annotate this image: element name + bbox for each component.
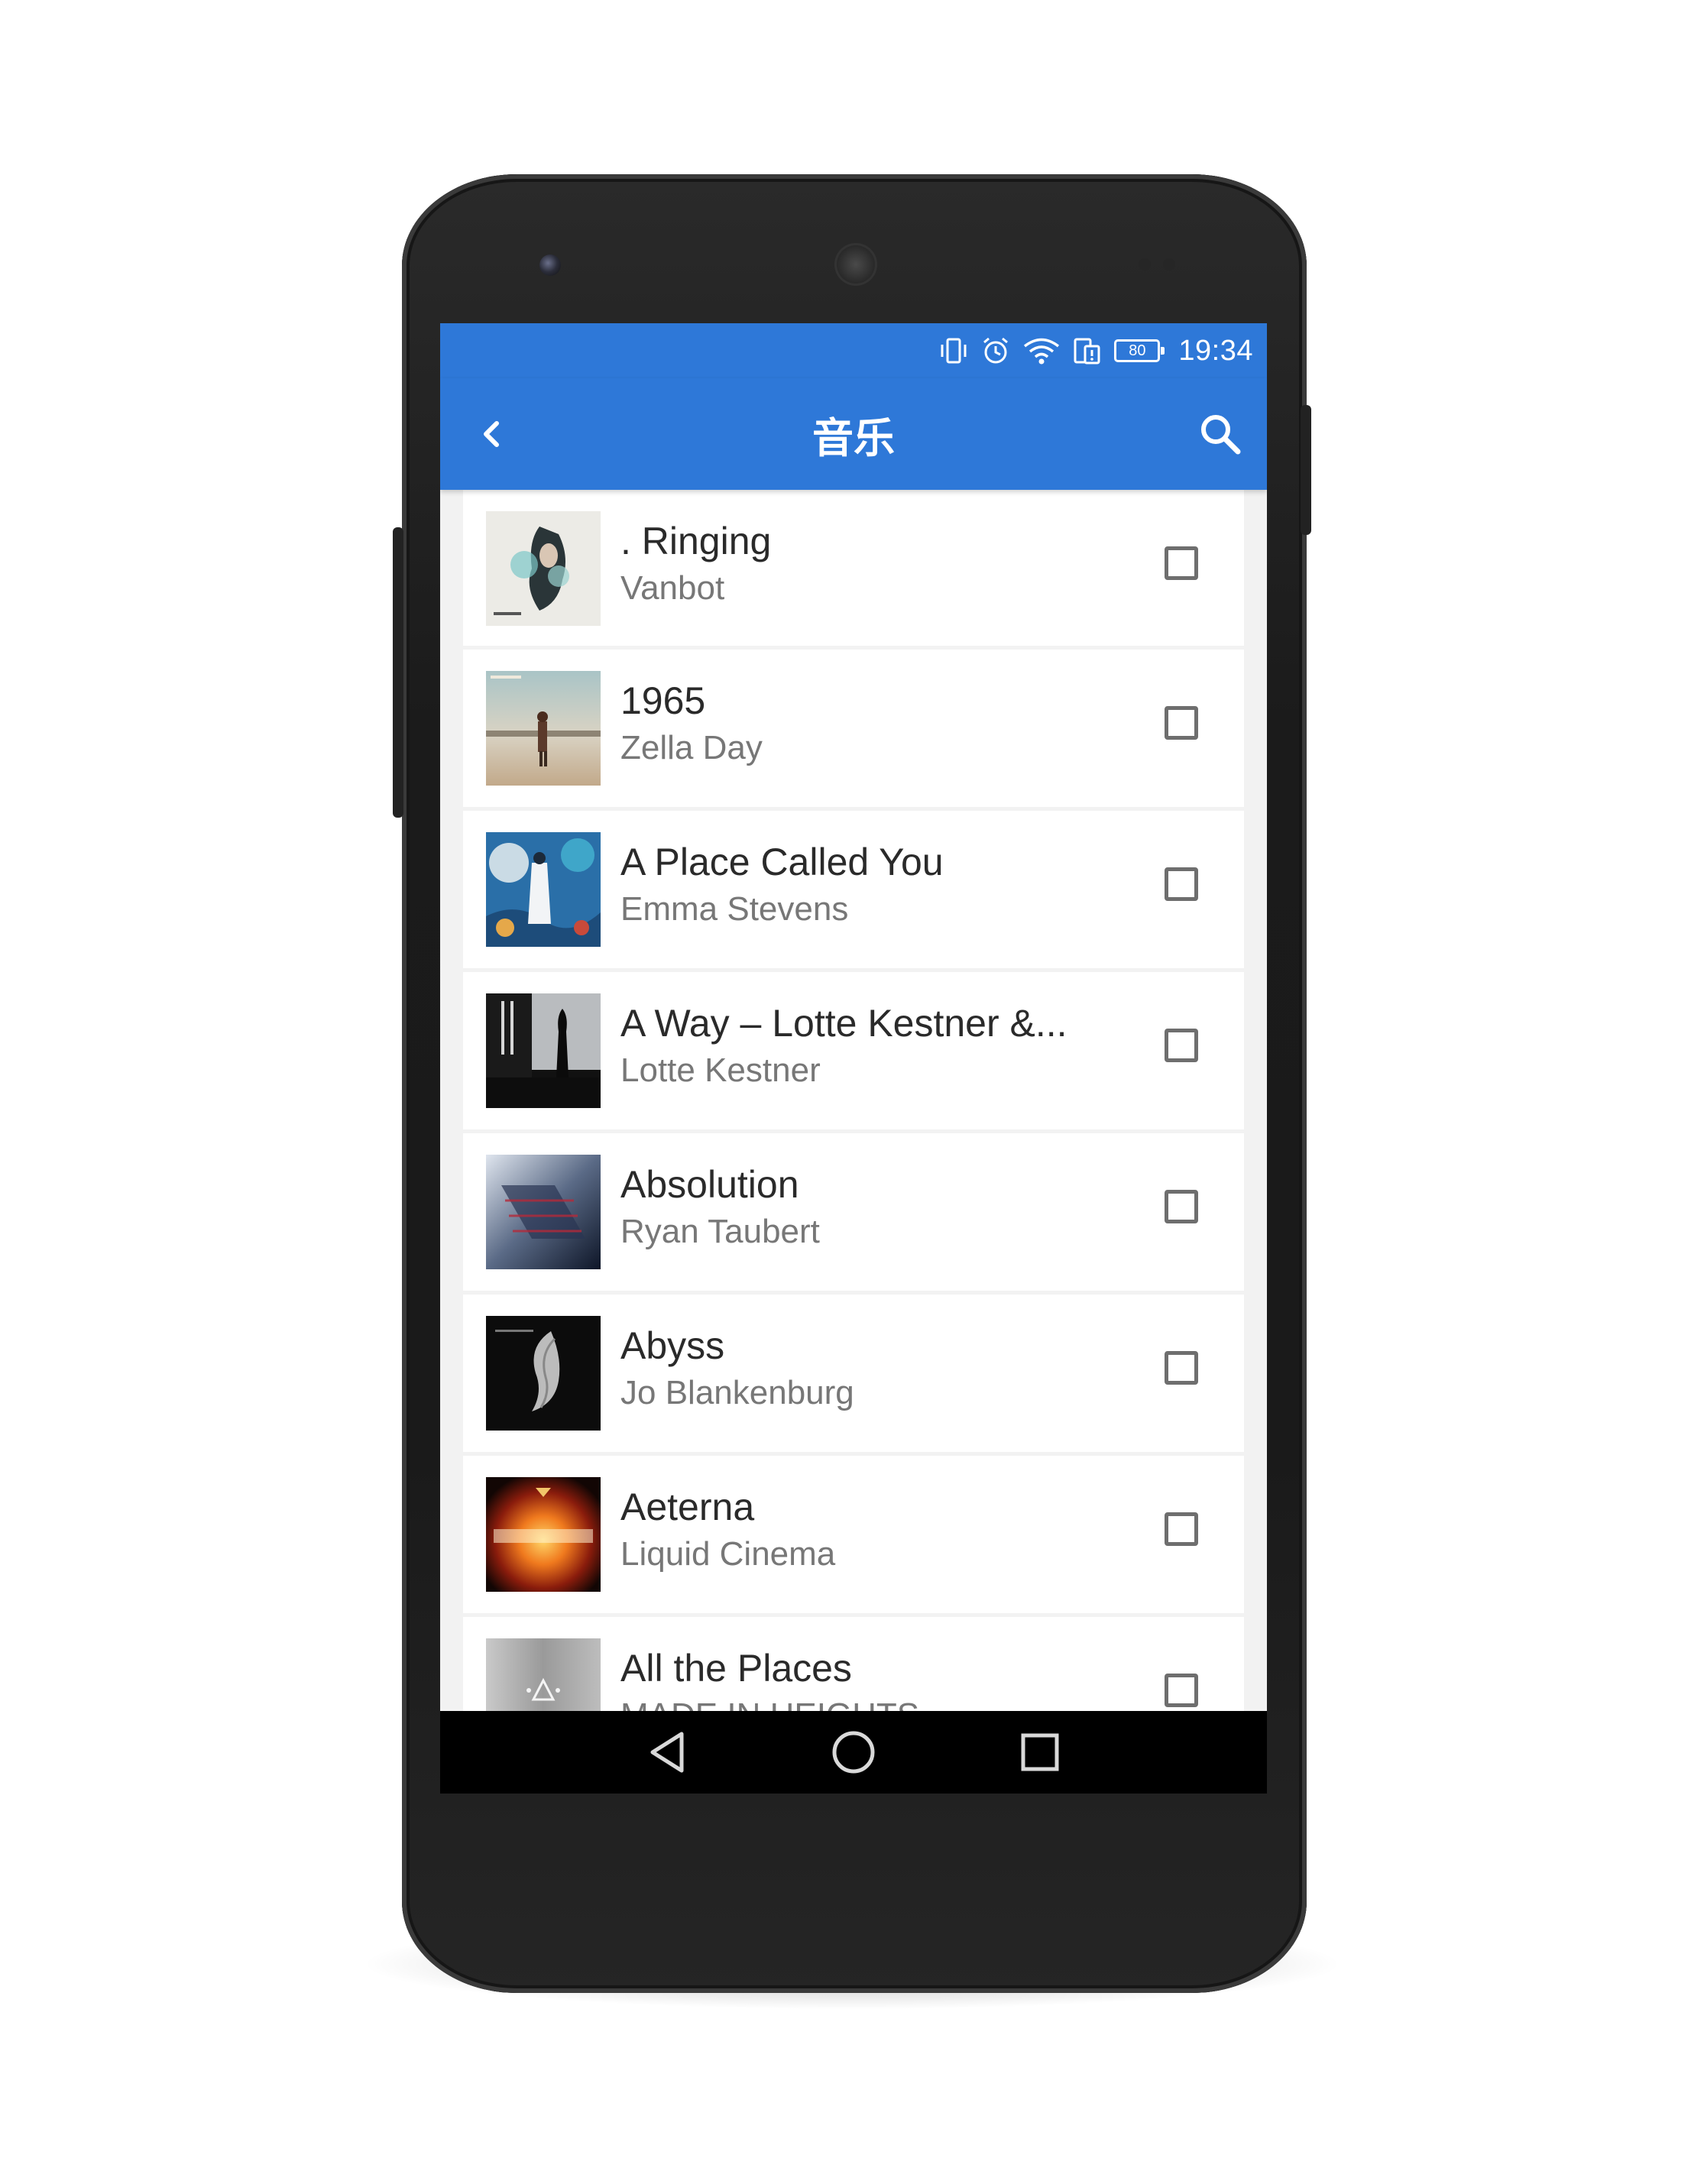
select-checkbox[interactable] bbox=[1165, 546, 1198, 580]
track-title: Abyss bbox=[620, 1324, 725, 1367]
battery-level: 80 bbox=[1129, 342, 1146, 359]
album-cover bbox=[486, 511, 601, 626]
track-title: Aeterna bbox=[620, 1486, 755, 1528]
album-cover bbox=[486, 993, 601, 1108]
nav-back-button[interactable] bbox=[643, 1728, 692, 1777]
recents-square-icon bbox=[1021, 1733, 1059, 1771]
track-artist: Lotte Kestner bbox=[620, 1051, 821, 1089]
list-item[interactable]: A Place Called You Emma Stevens bbox=[463, 811, 1244, 968]
album-cover bbox=[486, 1477, 601, 1592]
search-button[interactable] bbox=[1195, 409, 1246, 459]
back-triangle-icon bbox=[650, 1732, 684, 1773]
track-title: Absolution bbox=[620, 1163, 799, 1206]
track-artist: Vanbot bbox=[620, 569, 725, 607]
system-nav-bar bbox=[440, 1711, 1267, 1794]
list-item[interactable]: 1965 Zella Day bbox=[463, 650, 1244, 807]
home-circle-icon bbox=[832, 1731, 875, 1774]
select-checkbox[interactable] bbox=[1165, 1190, 1198, 1223]
light-sensor bbox=[1163, 258, 1175, 271]
phone-screen: 80 19:34 音乐 . Ringing Vanbot 1965 Zella … bbox=[440, 323, 1267, 1794]
select-checkbox[interactable] bbox=[1165, 1674, 1198, 1707]
search-icon bbox=[1201, 415, 1241, 455]
front-camera bbox=[539, 254, 561, 276]
track-title: A Way – Lotte Kestner &... bbox=[620, 1002, 1067, 1045]
track-artist: Emma Stevens bbox=[620, 890, 849, 928]
list-item[interactable]: All the Places MADE IN HEIGHTS bbox=[463, 1617, 1244, 1711]
list-item[interactable]: Aeterna Liquid Cinema bbox=[463, 1456, 1244, 1613]
album-cover bbox=[486, 671, 601, 786]
earpiece-speaker bbox=[834, 243, 877, 286]
album-cover bbox=[486, 1638, 601, 1711]
album-cover bbox=[486, 1316, 601, 1431]
track-title: . Ringing bbox=[620, 520, 772, 562]
select-checkbox[interactable] bbox=[1165, 867, 1198, 901]
nav-recents-button[interactable] bbox=[1016, 1728, 1064, 1777]
page-title: 音乐 bbox=[812, 415, 895, 462]
track-artist: Zella Day bbox=[620, 729, 763, 766]
alarm-icon bbox=[981, 336, 1010, 365]
nav-home-button[interactable] bbox=[829, 1728, 878, 1777]
track-title: A Place Called You bbox=[620, 841, 944, 883]
track-artist: Ryan Taubert bbox=[620, 1213, 820, 1250]
album-cover bbox=[486, 832, 601, 947]
list-item[interactable]: . Ringing Vanbot bbox=[463, 490, 1244, 646]
proximity-sensor bbox=[1139, 258, 1151, 271]
select-checkbox[interactable] bbox=[1165, 706, 1198, 740]
power-button bbox=[1301, 405, 1311, 535]
select-checkbox[interactable] bbox=[1165, 1351, 1198, 1385]
track-artist: Jo Blankenburg bbox=[620, 1374, 854, 1411]
status-bar: 80 19:34 bbox=[440, 323, 1267, 378]
battery-icon: 80 bbox=[1114, 339, 1165, 362]
select-checkbox[interactable] bbox=[1165, 1029, 1198, 1062]
sim-icon bbox=[1073, 337, 1102, 365]
list-item[interactable]: Absolution Ryan Taubert bbox=[463, 1133, 1244, 1291]
album-cover bbox=[486, 1155, 601, 1269]
wifi-icon bbox=[1022, 336, 1061, 365]
track-title: All the Places bbox=[620, 1647, 852, 1690]
vibrate-icon bbox=[938, 337, 969, 365]
track-artist: MADE IN HEIGHTS bbox=[620, 1696, 919, 1711]
app-bar: 音乐 bbox=[440, 378, 1267, 490]
list-item[interactable]: A Way – Lotte Kestner &... Lotte Kestner bbox=[463, 972, 1244, 1129]
track-artist: Liquid Cinema bbox=[620, 1535, 836, 1573]
device-mockup: 80 19:34 音乐 . Ringing Vanbot 1965 Zella … bbox=[0, 0, 1704, 2184]
track-title: 1965 bbox=[620, 679, 706, 722]
list-item[interactable]: Abyss Jo Blankenburg bbox=[463, 1295, 1244, 1452]
select-checkbox[interactable] bbox=[1165, 1512, 1198, 1546]
volume-button bbox=[393, 527, 403, 818]
status-time: 19:34 bbox=[1178, 334, 1253, 367]
track-list: . Ringing Vanbot 1965 Zella Day A Place … bbox=[463, 490, 1244, 1711]
